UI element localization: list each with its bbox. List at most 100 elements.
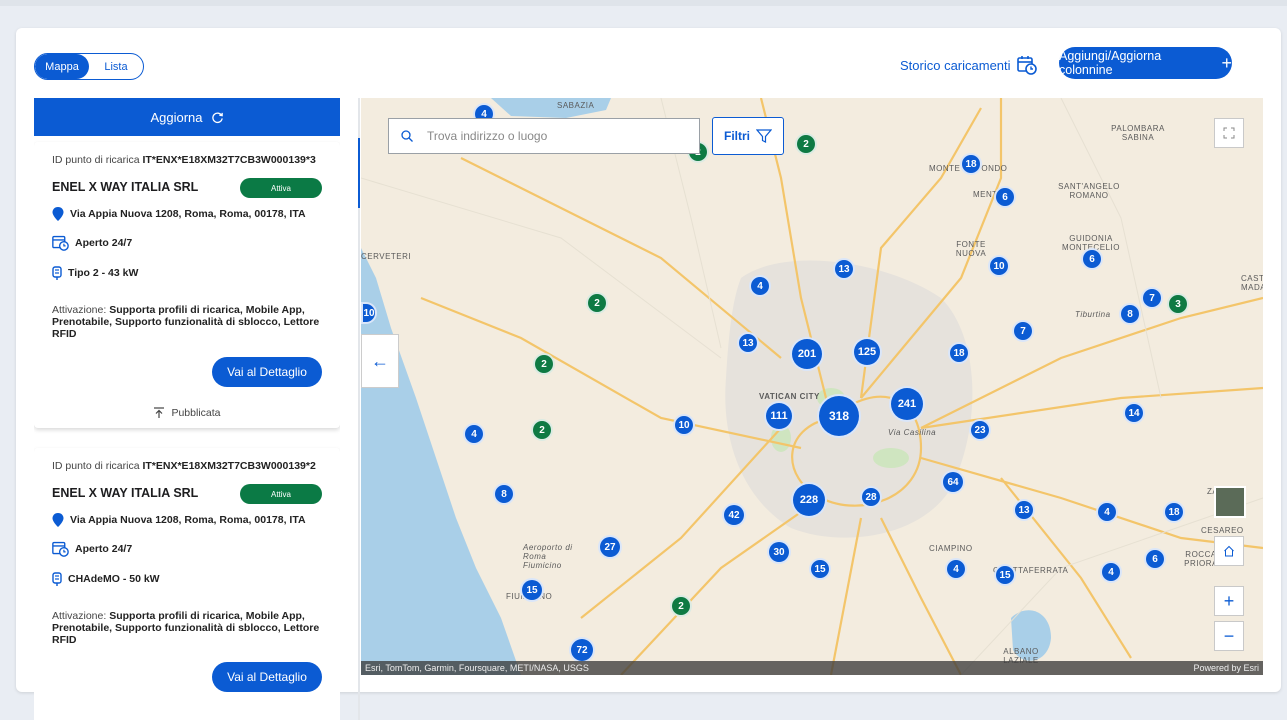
- map-search[interactable]: Trova indirizzo o luogo: [388, 118, 700, 154]
- expand-icon: [1223, 127, 1235, 139]
- station-cluster[interactable]: 3: [1167, 293, 1189, 315]
- status-badge: Attiva: [240, 178, 322, 198]
- station-cluster[interactable]: 241: [889, 386, 925, 422]
- station-cluster[interactable]: 18: [948, 342, 970, 364]
- station-cluster[interactable]: 72: [569, 637, 595, 663]
- location-pin-icon: [52, 207, 64, 221]
- refresh-button[interactable]: Aggiorna: [34, 98, 340, 136]
- station-address: Via Appia Nuova 1208, Roma, Roma, 00178,…: [52, 513, 306, 527]
- station-cluster[interactable]: 7: [1012, 320, 1034, 342]
- station-cluster[interactable]: 18: [1163, 501, 1185, 523]
- station-cluster[interactable]: 30: [767, 540, 791, 564]
- station-cluster[interactable]: 15: [994, 564, 1016, 586]
- funnel-icon: [756, 129, 772, 143]
- station-connector: Tipo 2 - 43 kW: [52, 266, 138, 280]
- toggle-list[interactable]: Lista: [89, 54, 143, 79]
- station-cluster[interactable]: 10: [673, 414, 695, 436]
- map-attribution: Esri, TomTom, Garmin, Foursquare, METI/N…: [361, 661, 1263, 675]
- view-toggle[interactable]: Mappa Lista: [34, 53, 144, 80]
- station-id: ID punto di ricarica IT*ENX*E18XM32T7CB3…: [52, 460, 316, 472]
- powered-by-text[interactable]: Powered by Esri: [1193, 663, 1259, 673]
- detail-button[interactable]: Vai al Dettaglio: [212, 357, 322, 387]
- station-cluster[interactable]: 2: [670, 595, 692, 617]
- station-cluster[interactable]: 28: [860, 486, 882, 508]
- station-activation: Attivazione: Supporta profili di ricaric…: [52, 610, 320, 646]
- station-card: ID punto di ricarica IT*ENX*E18XM32T7CB3…: [34, 142, 340, 428]
- station-cluster[interactable]: 318: [817, 394, 861, 438]
- place-label: PALOMBARA SABINA: [1111, 124, 1165, 142]
- place-label: FONTE NUOVA: [955, 240, 987, 258]
- add-stations-button[interactable]: Aggiungi/Aggiorna colonnine +: [1059, 47, 1232, 79]
- home-button[interactable]: [1214, 536, 1244, 566]
- zoom-in-button[interactable]: +: [1214, 586, 1244, 616]
- station-cluster[interactable]: 2: [795, 133, 817, 155]
- station-cluster[interactable]: 15: [809, 558, 831, 580]
- station-cluster[interactable]: 42: [722, 503, 746, 527]
- station-cluster[interactable]: 201: [790, 337, 824, 371]
- station-cluster[interactable]: 4: [749, 275, 771, 297]
- station-cluster[interactable]: 228: [791, 482, 827, 518]
- published-status: Pubblicata: [34, 407, 340, 419]
- station-cluster[interactable]: 10: [988, 255, 1010, 277]
- search-input[interactable]: Trova indirizzo o luogo: [427, 129, 547, 143]
- toggle-map[interactable]: Mappa: [35, 54, 89, 79]
- place-label: SABAZIA: [557, 101, 595, 110]
- station-cluster[interactable]: 6: [994, 186, 1016, 208]
- station-cluster[interactable]: 18: [960, 153, 982, 175]
- place-label: Aeroporto di Roma Fiumicino: [523, 543, 573, 570]
- station-hours: Aperto 24/7: [52, 540, 132, 557]
- collapse-panel-button[interactable]: ←: [361, 334, 399, 388]
- scrollbar-thumb[interactable]: [358, 138, 360, 208]
- location-pin-icon: [52, 513, 64, 527]
- station-cluster[interactable]: 13: [1013, 499, 1035, 521]
- station-cluster[interactable]: 4: [463, 423, 485, 445]
- basemap-switcher[interactable]: [1214, 486, 1246, 518]
- station-cluster[interactable]: 13: [737, 332, 759, 354]
- station-operator: ENEL X WAY ITALIA SRL: [52, 486, 199, 500]
- attribution-text: Esri, TomTom, Garmin, Foursquare, METI/N…: [365, 663, 589, 673]
- station-cluster[interactable]: 4: [1100, 561, 1122, 583]
- detail-button[interactable]: Vai al Dettaglio: [212, 662, 322, 692]
- station-cluster[interactable]: 23: [969, 419, 991, 441]
- place-label: SANT'ANGELO ROMANO: [1058, 182, 1120, 200]
- station-cluster[interactable]: 111: [764, 401, 794, 431]
- station-cluster[interactable]: 8: [493, 483, 515, 505]
- station-cluster[interactable]: 2: [533, 353, 555, 375]
- station-cluster[interactable]: 4: [945, 558, 967, 580]
- refresh-label: Aggiorna: [150, 109, 203, 125]
- station-cluster[interactable]: 6: [1081, 248, 1103, 270]
- status-badge: Attiva: [240, 484, 322, 504]
- history-link[interactable]: Storico caricamenti: [900, 54, 1037, 76]
- station-cluster[interactable]: 4: [1096, 501, 1118, 523]
- add-stations-label: Aggiungi/Aggiorna colonnine: [1059, 49, 1162, 77]
- station-cluster[interactable]: 27: [598, 535, 622, 559]
- station-cluster[interactable]: 64: [941, 470, 965, 494]
- station-cluster[interactable]: 8: [1119, 303, 1141, 325]
- panel-scrollbar[interactable]: [358, 98, 360, 720]
- station-cluster[interactable]: 7: [1141, 287, 1163, 309]
- station-cluster[interactable]: 14: [1123, 402, 1145, 424]
- station-cluster[interactable]: 2: [531, 419, 553, 441]
- station-hours: Aperto 24/7: [52, 234, 132, 251]
- place-label: CIAMPINO: [929, 544, 973, 553]
- station-cluster[interactable]: 6: [1144, 548, 1166, 570]
- fullscreen-button[interactable]: [1214, 118, 1244, 148]
- place-label: CESAREO: [1201, 526, 1244, 535]
- map-view[interactable]: SABAZIA PALOMBARASABINA MONTE ROTONDO ME…: [361, 98, 1263, 675]
- minus-icon: −: [1223, 625, 1235, 646]
- filters-button[interactable]: Filtri: [712, 117, 784, 155]
- refresh-icon: [211, 111, 223, 123]
- arrow-left-icon: ←: [371, 350, 389, 371]
- station-cluster[interactable]: 125: [852, 337, 882, 367]
- place-label: CASTMADA: [1241, 274, 1263, 292]
- station-cluster[interactable]: 2: [586, 292, 608, 314]
- search-icon: [401, 130, 413, 142]
- station-cluster[interactable]: 13: [833, 258, 855, 280]
- top-strip: [0, 0, 1287, 6]
- upload-icon: [154, 407, 165, 418]
- plus-icon: +: [1221, 53, 1232, 73]
- station-cluster[interactable]: 15: [520, 578, 544, 602]
- station-connector: CHAdeMO - 50 kW: [52, 572, 160, 586]
- station-id: ID punto di ricarica IT*ENX*E18XM32T7CB3…: [52, 154, 316, 166]
- zoom-out-button[interactable]: −: [1214, 621, 1244, 651]
